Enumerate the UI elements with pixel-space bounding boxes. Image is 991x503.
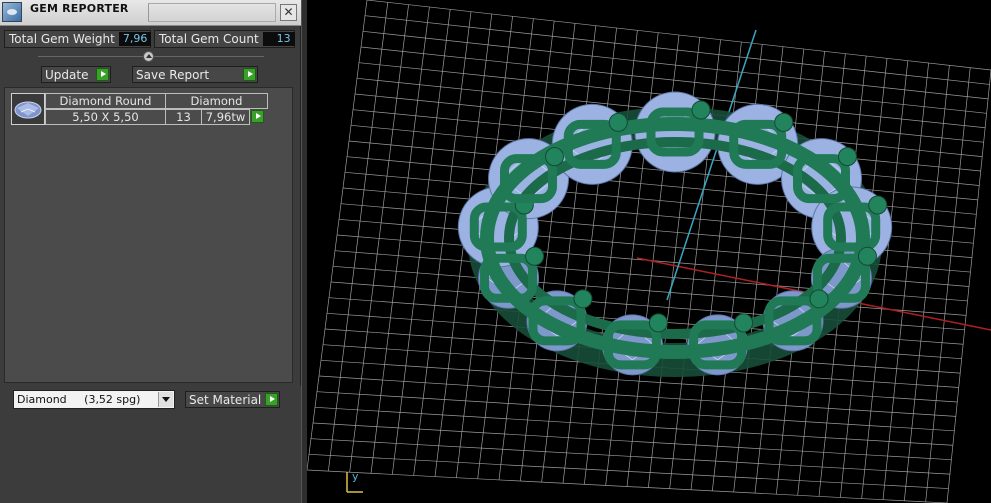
- prong: [573, 289, 593, 309]
- grid-line: [946, 69, 991, 503]
- play-arrow-icon: [243, 68, 256, 81]
- update-button[interactable]: Update: [41, 66, 111, 83]
- prong: [868, 195, 888, 215]
- axis-gizmo-label: y: [352, 470, 359, 483]
- grid-line: [312, 422, 952, 461]
- total-gem-count-field: Total Gem Count 13: [154, 30, 295, 48]
- play-arrow-icon: [265, 393, 278, 406]
- prong: [648, 313, 668, 333]
- prong: [525, 246, 545, 266]
- axis-gizmo-icon: y: [346, 470, 363, 493]
- play-arrow-icon: [96, 68, 109, 81]
- prong: [857, 246, 877, 266]
- update-button-label: Update: [45, 68, 89, 82]
- prong: [545, 147, 565, 167]
- gem-reporter-app-icon: [2, 2, 22, 22]
- gem-list: Diamond Round Diamond 5,50 X 5,50 13 7,9…: [4, 87, 293, 383]
- material-select-value: Diamond (3,52 spg): [17, 393, 141, 406]
- gem-reporter-panel: GEM REPORTER ✕ Total Gem Weight 7,96 Tot…: [0, 0, 301, 503]
- ground-grid: [307, 0, 991, 503]
- prong: [809, 289, 829, 309]
- gem-count-cell: 13: [165, 109, 202, 125]
- total-gem-weight-label: Total Gem Weight: [9, 32, 115, 46]
- grid-line: [318, 375, 956, 417]
- viewport-scene: y: [307, 0, 991, 503]
- material-select[interactable]: Diamond (3,52 spg): [13, 390, 175, 409]
- prong: [691, 100, 711, 120]
- grid-line: [903, 65, 950, 501]
- save-report-button-label: Save Report: [136, 68, 210, 82]
- grid-line: [925, 67, 971, 502]
- ring-model: [457, 91, 893, 377]
- title-bar-spacer: [148, 3, 276, 22]
- 3d-viewport[interactable]: y: [307, 0, 991, 503]
- grid-line: [316, 391, 955, 432]
- gem-material-cell: Diamond: [165, 93, 268, 109]
- grid-line: [314, 406, 953, 446]
- prong: [734, 313, 754, 333]
- prong: [837, 147, 857, 167]
- set-material-button-label: Set Material: [189, 393, 262, 407]
- grid-line: [882, 62, 929, 500]
- grid-line: [307, 469, 948, 503]
- gem-size-cell: 5,50 X 5,50: [45, 109, 166, 125]
- diamond-round-thumbnail-icon[interactable]: [11, 93, 45, 125]
- prong: [608, 112, 628, 132]
- window-title: GEM REPORTER: [30, 2, 129, 15]
- total-gem-count-label: Total Gem Count: [159, 32, 259, 46]
- save-report-button[interactable]: Save Report: [132, 66, 258, 83]
- total-gem-weight-value: 7,96: [118, 32, 151, 46]
- close-icon[interactable]: ✕: [280, 4, 297, 21]
- gem-shape-cell: Diamond Round: [45, 93, 166, 109]
- total-gem-count-value: 13: [262, 32, 295, 46]
- total-gem-weight-field: Total Gem Weight 7,96: [4, 30, 151, 48]
- collapse-up-icon[interactable]: [143, 51, 154, 62]
- window-titlebar: GEM REPORTER ✕: [0, 0, 301, 26]
- gem-row-action-play-icon[interactable]: [251, 110, 264, 123]
- prong: [774, 112, 794, 132]
- set-material-button[interactable]: Set Material: [185, 391, 280, 408]
- dropdown-arrow-icon[interactable]: [158, 392, 173, 407]
- grid-line: [308, 453, 949, 489]
- gem-weight-cell: 7,96tw: [201, 109, 250, 125]
- grid-line: [310, 438, 950, 475]
